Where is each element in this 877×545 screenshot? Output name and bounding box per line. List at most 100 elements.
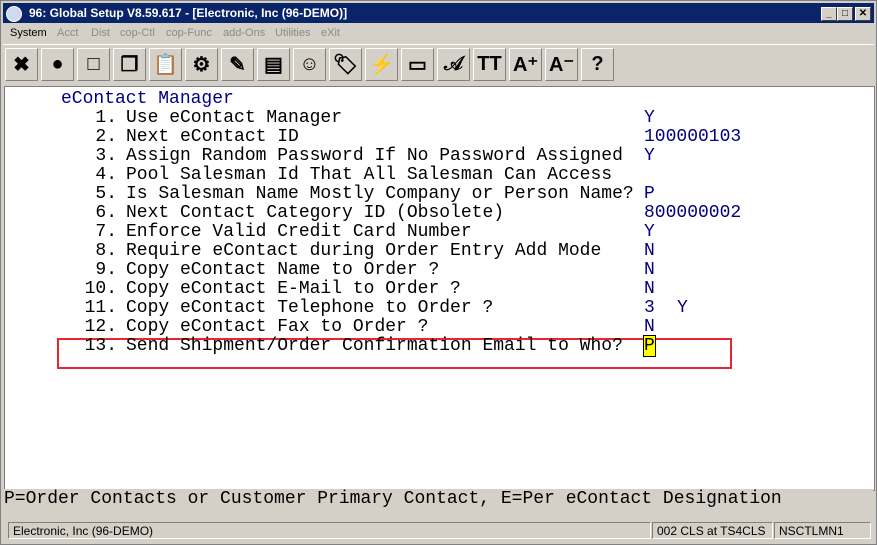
app-window: 96: Global Setup V8.59.617 - [Electronic…	[0, 0, 877, 545]
select-box-icon: □	[87, 53, 100, 75]
close-button[interactable]: ✕	[855, 7, 871, 21]
font-script-button[interactable]: 𝒜	[437, 48, 470, 81]
maximize-button[interactable]: □	[837, 7, 853, 21]
edit-pencil-button[interactable]: ✎	[221, 48, 254, 81]
setting-number: 5.	[95, 184, 117, 204]
menu-dist[interactable]: Dist	[91, 24, 110, 43]
status-program: NSCTLMN1	[774, 522, 871, 539]
menu-cop-func[interactable]: cop-Func	[166, 24, 212, 43]
font-script-icon: 𝒜	[444, 53, 463, 75]
menu-bar: System Acct Dist cop-Ctl cop-Func add-On…	[3, 24, 874, 43]
menu-cop-ctl[interactable]: cop-Ctl	[120, 24, 155, 43]
text-font-button[interactable]: TT	[473, 48, 506, 81]
setting-label: Assign Random Password If No Password As…	[126, 146, 623, 166]
notes-button[interactable]: ▤	[257, 48, 290, 81]
setting-row[interactable]: 6. Next Contact Category ID (Obsolete) 800…	[5, 203, 874, 223]
copy-button[interactable]: ❐	[113, 48, 146, 81]
menu-utilities[interactable]: Utilities	[275, 24, 310, 43]
setting-value[interactable]: 100000103	[644, 127, 741, 147]
setting-value[interactable]: P	[643, 335, 656, 357]
help-hint: P=Order Contacts or Customer Primary Con…	[4, 489, 873, 511]
setting-row[interactable]: 7. Enforce Valid Credit Card Number Y	[5, 222, 874, 242]
menu-exit[interactable]: eXit	[321, 24, 340, 43]
status-bar: Electronic, Inc (96-DEMO) 002 CLS at TS4…	[4, 520, 873, 540]
menu-acct[interactable]: Acct	[57, 24, 78, 43]
setting-row[interactable]: 10. Copy eContact E-Mail to Order ? N	[5, 279, 874, 299]
notes-icon: ▤	[264, 54, 283, 76]
minimize-button[interactable]: _	[821, 7, 837, 21]
globe-button[interactable]: ●	[41, 48, 74, 81]
setting-row[interactable]: 13. Send Shipment/Order Confirmation Emai…	[5, 335, 874, 357]
font-larger-button[interactable]: A⁺	[509, 48, 542, 81]
setting-value[interactable]: P	[644, 184, 655, 204]
setting-row[interactable]: 9. Copy eContact Name to Order ? N	[5, 260, 874, 280]
lightning-icon: ⚡	[369, 54, 394, 76]
users-icon: ☺	[299, 53, 320, 75]
status-company: Electronic, Inc (96-DEMO)	[8, 522, 651, 539]
setting-number: 11.	[84, 298, 117, 318]
setting-number: 3.	[95, 146, 117, 166]
font-larger-icon: A⁺	[513, 54, 538, 76]
font-smaller-button[interactable]: A⁻	[545, 48, 578, 81]
lightning-button[interactable]: ⚡	[365, 48, 398, 81]
settings-gear-icon: ⚙	[192, 54, 211, 76]
terminal-screen: eContact Manager 1. Use eContact Manager Y…	[4, 86, 875, 491]
setting-number: 7.	[95, 222, 117, 242]
paste-button[interactable]: 📋	[149, 48, 182, 81]
setting-number: 4.	[95, 165, 117, 185]
users-button[interactable]: ☺	[293, 48, 326, 81]
window-title: 96: Global Setup V8.59.617 - [Electronic…	[29, 6, 348, 20]
toolbar: ✖ ● □ ❐ 📋 ⚙ ✎ ▤ ☺ 🏷 ⚡ ▭ 𝒜 TT A⁺ A⁻?	[3, 44, 874, 85]
setting-value[interactable]: Y	[644, 146, 655, 166]
menu-system[interactable]: System	[10, 24, 47, 43]
setting-value[interactable]: 800000002	[644, 203, 741, 223]
paste-icon: 📋	[153, 54, 178, 76]
setting-row[interactable]: 4. Pool Salesman Id That All Salesman Can…	[5, 165, 874, 185]
setting-row[interactable]: 5. Is Salesman Name Mostly Company or Per…	[5, 184, 874, 204]
help-icon: ?	[591, 53, 604, 75]
menu-add-ons[interactable]: add-Ons	[223, 24, 265, 43]
setting-number: 10.	[84, 279, 117, 299]
setting-row[interactable]: 11. Copy eContact Telephone to Order ? 3 Y	[5, 298, 874, 318]
close-x-icon: ✖	[13, 54, 30, 76]
setting-value[interactable]: N	[644, 317, 655, 337]
title-bar: 96: Global Setup V8.59.617 - [Electronic…	[3, 3, 874, 23]
setting-value[interactable]: Y	[644, 108, 655, 128]
setting-number: 12.	[84, 317, 117, 337]
setting-label: Use eContact Manager	[126, 108, 343, 128]
setting-label: Copy eContact Telephone to Order ?	[126, 298, 494, 318]
setting-number: 9.	[95, 260, 117, 280]
help-button[interactable]: ?	[581, 48, 614, 81]
edit-pencil-icon: ✎	[229, 54, 246, 76]
setting-value[interactable]: 3	[644, 298, 655, 318]
screen-heading: eContact Manager	[61, 89, 234, 109]
copy-icon: ❐	[120, 54, 139, 76]
setting-row[interactable]: 12. Copy eContact Fax to Order ? N	[5, 317, 874, 337]
setting-label: Next eContact ID	[126, 127, 299, 147]
globe-icon: ●	[51, 53, 64, 75]
setting-value[interactable]: Y	[644, 222, 655, 242]
close-x-button[interactable]: ✖	[5, 48, 38, 81]
setting-row[interactable]: 1. Use eContact Manager Y	[5, 108, 874, 128]
setting-value[interactable]: N	[644, 279, 655, 299]
setting-number: 8.	[95, 241, 117, 261]
setting-number: 6.	[95, 203, 117, 223]
setting-value[interactable]: N	[644, 241, 655, 261]
setting-number: 2.	[95, 127, 117, 147]
setting-value[interactable]: N	[644, 260, 655, 280]
window-button[interactable]: ▭	[401, 48, 434, 81]
select-box-button[interactable]: □	[77, 48, 110, 81]
app-icon	[6, 6, 22, 22]
setting-number: 1.	[95, 108, 117, 128]
setting-row[interactable]: 3. Assign Random Password If No Password …	[5, 146, 874, 166]
tag-button[interactable]: 🏷	[329, 48, 362, 81]
setting-label: Enforce Valid Credit Card Number	[126, 222, 472, 242]
setting-row[interactable]: 8. Require eContact during Order Entry Ad…	[5, 241, 874, 261]
setting-extra-value[interactable]: Y	[677, 298, 688, 318]
font-smaller-icon: A⁻	[549, 54, 574, 76]
setting-row[interactable]: 2. Next eContact ID 100000103	[5, 127, 874, 147]
status-session: 002 CLS at TS4CLS	[652, 522, 773, 539]
settings-gear-button[interactable]: ⚙	[185, 48, 218, 81]
window-icon: ▭	[408, 54, 427, 76]
setting-label: Copy eContact E-Mail to Order ?	[126, 279, 461, 299]
